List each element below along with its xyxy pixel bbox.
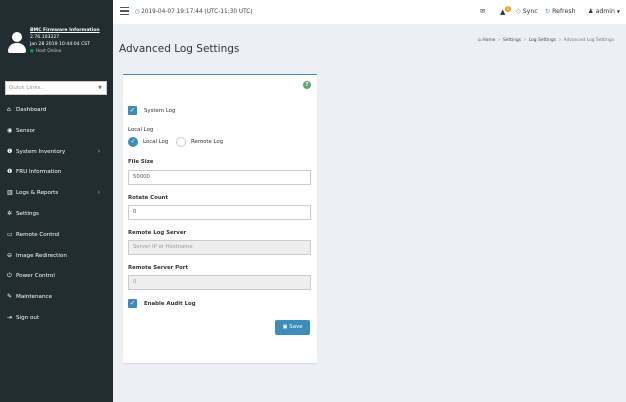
datetime-display: ◷2019-04-07 19:17:44 (UTC-11:30 UTC) xyxy=(135,0,253,24)
local-log-heading: Local Log xyxy=(128,127,154,133)
info-icon: ❶ xyxy=(7,147,13,155)
save-icon: ▣ xyxy=(282,324,288,330)
sidebar: BMC Firmware Information 2.76.103227 Jan… xyxy=(0,0,113,402)
refresh-icon: ↻ xyxy=(545,8,551,15)
audit-log-label: Enable Audit Log xyxy=(144,301,196,307)
home-icon: ⌂ xyxy=(478,38,481,43)
status-dot-icon: ● xyxy=(30,49,34,54)
remote-log-server-field[interactable]: Server IP or Hostname xyxy=(128,240,311,255)
firmware-date: Jan 28 2019 10:44:04 CST xyxy=(30,42,91,47)
main-content: Advanced Log Settings ⌂ Home > Settings > Lo… xyxy=(113,24,626,402)
info-icon: ❶ xyxy=(7,168,13,176)
chart-icon: ▥ xyxy=(7,189,13,197)
sidebar-logo-area xyxy=(0,0,113,24)
sync-label: Sync xyxy=(522,8,538,15)
file-size-label: File Size xyxy=(128,159,154,165)
power-icon: ⏻ xyxy=(7,272,12,280)
page-title: Advanced Log Settings xyxy=(119,43,240,55)
clock-icon: ◷ xyxy=(135,9,141,15)
gear-icon: ✲ xyxy=(7,209,13,217)
system-log-checkbox[interactable]: ✓ xyxy=(128,106,137,115)
radio-local-log-label: Local Log xyxy=(143,139,169,145)
refresh-button[interactable]: ↻ Refresh xyxy=(545,0,576,24)
breadcrumb-current: Advanced Log Settings xyxy=(563,38,614,43)
breadcrumb: ⌂ Home > Settings > Log Settings > Advanced Lo… xyxy=(478,38,614,43)
sidebar-item-label: Maintenance xyxy=(16,294,53,301)
log-settings-form: ? ✓ System Log Local Log ✓ Local Log Rem… xyxy=(123,74,317,363)
sidebar-item-settings[interactable]: ✲ Settings xyxy=(0,204,113,225)
quick-links-placeholder: Quick Links.. xyxy=(9,85,44,91)
sidebar-item-label: Dashboard xyxy=(16,107,47,113)
breadcrumb-log-settings[interactable]: Log Settings xyxy=(529,38,556,43)
dashboard-icon: ⌂ xyxy=(7,106,11,113)
audit-log-checkbox[interactable]: ✓ xyxy=(128,299,137,308)
chevron-right-icon: › xyxy=(97,189,100,197)
help-icon[interactable]: ? xyxy=(303,81,311,89)
sidebar-item-label: FRU Information xyxy=(16,169,62,176)
radio-remote-log-label: Remote Log xyxy=(191,139,224,145)
messages-button[interactable]: ✉ xyxy=(480,0,485,24)
sidebar-item-label: Sign out xyxy=(16,314,40,321)
avatar xyxy=(8,32,26,54)
radio-remote-log[interactable] xyxy=(176,137,186,147)
top-navbar: ◷2019-04-07 19:17:44 (UTC-11:30 UTC) ✉ ▲… xyxy=(113,0,626,24)
monitor-icon: ▭ xyxy=(7,230,13,238)
sidebar-item-label: Power Control xyxy=(16,273,55,280)
sidebar-item-dashboard[interactable]: ⌂ Dashboard xyxy=(0,100,113,121)
sidebar-item-remote-control[interactable]: ▭ Remote Control xyxy=(0,225,113,246)
save-label: Save xyxy=(289,324,303,330)
sidebar-item-logs-reports[interactable]: ▥ Logs & Reports › xyxy=(0,183,113,204)
remote-server-port-field[interactable]: 0 xyxy=(128,275,311,290)
disk-icon: ⊖ xyxy=(7,251,13,259)
user-panel: BMC Firmware Information 2.76.103227 Jan… xyxy=(0,24,113,74)
sidebar-item-sensor[interactable]: ◉ Sensor xyxy=(0,121,113,142)
sidebar-item-fru-information[interactable]: ❶ FRU Information xyxy=(0,162,113,183)
notification-count-badge: 1 xyxy=(505,6,511,12)
chevron-down-icon: ▼ xyxy=(98,85,102,91)
caret-down-icon: ▼ xyxy=(616,9,620,14)
wrench-icon: ✎ xyxy=(7,293,13,301)
quick-links-select[interactable]: Quick Links.. ▼ xyxy=(5,81,107,95)
sync-button[interactable]: ◇ Sync xyxy=(516,0,538,24)
sidebar-item-label: Image Redirection xyxy=(16,252,67,259)
sensor-icon: ◉ xyxy=(7,126,13,134)
sync-icon: ◇ xyxy=(516,8,521,15)
file-size-field[interactable]: 50000 xyxy=(128,170,311,185)
user-menu-button[interactable]: ♟ admin ▼ xyxy=(588,0,620,24)
user-icon: ♟ xyxy=(588,8,594,15)
sidebar-item-sign-out[interactable]: ⇥ Sign out xyxy=(0,308,113,329)
sidebar-item-maintenance[interactable]: ✎ Maintenance xyxy=(0,287,113,308)
host-status: ● Host Online xyxy=(30,48,113,55)
chevron-right-icon: › xyxy=(97,147,100,155)
sidebar-item-label: Settings xyxy=(16,210,39,217)
firmware-info-link[interactable]: BMC Firmware Information xyxy=(30,27,113,34)
remote-log-server-label: Remote Log Server xyxy=(128,230,187,236)
sidebar-menu: ⌂ Dashboard ◉ Sensor ❶ System Inventory › ❶F… xyxy=(0,100,113,329)
sidebar-item-system-inventory[interactable]: ❶ System Inventory › xyxy=(0,142,113,163)
rotate-count-label: Rotate Count xyxy=(128,195,169,201)
user-label: admin xyxy=(595,8,615,15)
radio-local-log[interactable]: ✓ xyxy=(128,137,138,147)
sidebar-item-label: Logs & Reports xyxy=(16,190,59,197)
datetime-text: 2019-04-07 19:17:44 (UTC-11:30 UTC) xyxy=(141,9,253,15)
host-status-label: Host Online xyxy=(35,49,62,54)
envelope-icon: ✉ xyxy=(480,8,486,15)
sidebar-item-label: Sensor xyxy=(16,127,36,134)
hamburger-menu-icon[interactable] xyxy=(120,7,129,17)
rotate-count-field[interactable]: 0 xyxy=(128,205,311,220)
save-button[interactable]: ▣ Save xyxy=(275,320,310,335)
sidebar-item-label: Remote Control xyxy=(16,231,60,238)
sign-out-icon: ⇥ xyxy=(7,313,13,321)
remote-server-port-label: Remote Server Port xyxy=(128,265,189,271)
sidebar-item-power-control[interactable]: ⏻ Power Control xyxy=(0,266,113,287)
sidebar-item-image-redirection[interactable]: ⊖ Image Redirection xyxy=(0,246,113,267)
sidebar-item-label: System Inventory xyxy=(16,148,66,155)
notifications-button[interactable]: ▲ xyxy=(500,0,505,25)
breadcrumb-home[interactable]: Home xyxy=(482,38,495,43)
breadcrumb-settings[interactable]: Settings xyxy=(503,38,521,43)
firmware-version: 2.76.103227 xyxy=(30,35,60,40)
system-log-label: System Log xyxy=(144,108,176,114)
refresh-label: Refresh xyxy=(552,8,576,15)
